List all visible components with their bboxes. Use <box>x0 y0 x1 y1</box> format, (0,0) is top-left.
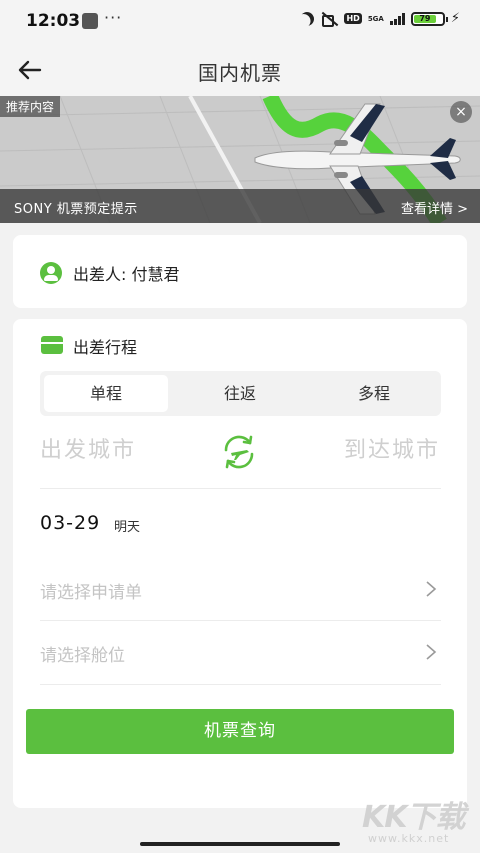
briefcase-icon <box>41 336 63 354</box>
banner-detail-link[interactable]: 查看详情 > <box>401 198 468 217</box>
banner-close-button[interactable]: × <box>450 101 472 123</box>
search-flights-button[interactable]: 机票查询 <box>26 709 454 754</box>
swap-cities-icon[interactable] <box>220 433 258 471</box>
charging-icon: ⚡ <box>450 11 460 26</box>
banner-footer: SONY 机票预定提示 查看详情 > <box>0 189 480 223</box>
person-icon <box>40 262 62 284</box>
departure-date[interactable]: 03-29 <box>40 512 100 534</box>
status-time: 12:03 <box>26 11 81 31</box>
arrival-city-field[interactable]: 到达城市 <box>344 432 440 464</box>
tab-multi-city[interactable]: 多程 <box>312 375 436 412</box>
cabin-select-placeholder: 请选择舱位 <box>40 646 125 666</box>
promo-banner[interactable]: 推荐内容 × SONY 机票预定提示 查看详情 > <box>0 96 480 223</box>
signal-icon <box>389 12 405 25</box>
watermark-url: www.kkx.net <box>368 832 450 845</box>
nav-bar: 国内机票 <box>0 44 480 96</box>
banner-tag: 推荐内容 <box>0 96 61 117</box>
application-select-placeholder: 请选择申请单 <box>40 583 142 603</box>
chevron-right-icon <box>426 644 437 660</box>
page-title: 国内机票 <box>198 61 282 85</box>
battery-level: 79 <box>413 14 436 23</box>
banner-caption: SONY 机票预定提示 <box>14 202 138 217</box>
status-bar: 12:03 ··· HD 5GA 79 ⚡ <box>0 0 480 44</box>
network-type: 5GA <box>367 14 384 23</box>
divider <box>40 488 441 489</box>
divider <box>40 620 441 621</box>
status-icons: HD 5GA 79 ⚡ <box>298 9 460 28</box>
divider <box>40 684 441 685</box>
tab-round-trip[interactable]: 往返 <box>178 375 302 412</box>
mute-icon <box>320 12 338 27</box>
traveler-card[interactable]: 出差人: 付慧君 <box>13 235 467 308</box>
battery-icon: 79 <box>410 11 448 26</box>
departure-date-label: 明天 <box>114 520 141 535</box>
home-indicator[interactable] <box>140 842 340 846</box>
tab-one-way[interactable]: 单程 <box>44 375 168 412</box>
trip-type-tabs: 单程 往返 多程 <box>40 371 441 416</box>
chevron-right-icon <box>426 581 437 597</box>
cabin-select-row[interactable]: 请选择舱位 <box>40 623 441 683</box>
hd-badge: HD <box>344 13 362 24</box>
trip-card: 出差行程 单程 往返 多程 出发城市 到达城市 03-29 明天 请选择申请单 … <box>13 319 467 808</box>
application-select-row[interactable]: 请选择申请单 <box>40 560 441 620</box>
watermark: KK下载 www.kkx.net <box>362 792 474 850</box>
wrench-icon <box>82 13 98 29</box>
watermark-logo: KK下载 <box>362 800 465 835</box>
moon-icon <box>298 9 317 28</box>
departure-city-field[interactable]: 出发城市 <box>40 432 136 464</box>
traveler-label: 出差人: 付慧君 <box>73 265 180 284</box>
more-notifications-icon: ··· <box>104 8 123 27</box>
screen: 12:03 ··· HD 5GA 79 ⚡ 国内机票 推荐内容 × SONY 机… <box>0 0 480 853</box>
trip-title: 出差行程 <box>73 338 138 357</box>
